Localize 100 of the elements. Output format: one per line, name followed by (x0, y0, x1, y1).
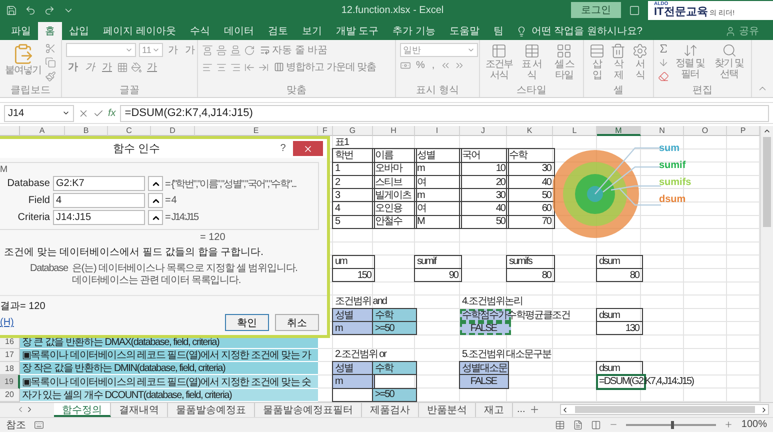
percent-button[interactable]: % (414, 60, 427, 71)
sheet-tab[interactable]: 함수정의 (54, 402, 111, 417)
currency-icon[interactable] (400, 60, 411, 71)
underline-button[interactable]: 가 (100, 60, 114, 74)
column-header[interactable]: F (318, 126, 333, 136)
column-header[interactable]: B (65, 126, 108, 136)
ribbon-tab[interactable]: 페이지 레이아웃 (96, 22, 183, 40)
page-layout-icon[interactable] (573, 420, 584, 430)
align-bottom-icon[interactable] (230, 44, 241, 56)
row-header[interactable]: 20 (0, 388, 20, 402)
redo-icon[interactable] (44, 4, 55, 16)
column-header[interactable]: E (195, 126, 318, 136)
ribbon-tab[interactable]: 삽입 (62, 22, 96, 40)
rotate-icon[interactable] (244, 44, 255, 56)
share-button[interactable]: 공유 (739, 24, 759, 38)
argument-field[interactable]: J14:J15 (53, 210, 145, 225)
align-top-icon[interactable] (202, 44, 213, 56)
slider-thumb[interactable] (671, 420, 674, 429)
column-header[interactable]: C (108, 126, 151, 136)
range-select-button[interactable] (148, 176, 163, 191)
align-right-icon[interactable] (230, 62, 241, 72)
style-button[interactable]: 표 서식 (516, 43, 546, 85)
decimal-increase-icon[interactable] (440, 60, 451, 71)
scroll-thumb[interactable] (763, 137, 771, 227)
row-header[interactable]: 19 (0, 375, 20, 389)
ribbon-tab[interactable]: 수식 (182, 22, 217, 40)
font-shrink-button[interactable]: 가 (183, 43, 197, 57)
ribbon-tab[interactable]: 데이터 (216, 22, 261, 40)
wrap-text-button[interactable]: 자동 줄 바꿈 (258, 43, 330, 57)
horizontal-scrollbar[interactable] (560, 404, 769, 416)
ribbon-tab[interactable]: 홈 (38, 22, 62, 40)
person-icon[interactable] (725, 26, 736, 36)
cell-button[interactable]: 서식 (630, 43, 649, 85)
ribbon-display-icon[interactable] (629, 4, 640, 16)
page-break-icon[interactable] (591, 420, 602, 430)
font-name-field[interactable] (66, 43, 136, 57)
scroll-right-icon[interactable] (25, 405, 34, 414)
ribbon-tab[interactable]: 보기 (294, 22, 329, 40)
dialog-button[interactable]: 취소 (275, 314, 319, 332)
column-header[interactable]: D (151, 126, 195, 136)
login-button[interactable]: 로그인 (571, 2, 621, 18)
row-header[interactable]: 17 (0, 348, 20, 362)
format-painter-icon[interactable] (45, 71, 56, 82)
column-header[interactable]: O (684, 126, 727, 136)
select-all-corner[interactable] (0, 126, 20, 136)
cut-icon[interactable] (45, 43, 56, 54)
row-header[interactable]: 18 (0, 362, 20, 376)
copy-icon[interactable] (45, 57, 56, 68)
align-center-icon[interactable] (216, 62, 227, 72)
paste-button[interactable]: 붙여넣기 (4, 43, 42, 85)
lightbulb-icon[interactable] (516, 26, 528, 36)
range-select-button[interactable] (148, 210, 163, 225)
editing-button[interactable]: 정렬 및 필터 (672, 43, 708, 85)
eraser-icon[interactable] (658, 71, 669, 82)
style-button[interactable]: 조건부 서식 (484, 43, 514, 85)
fill-down-icon[interactable] (658, 57, 669, 68)
font-grow-button[interactable]: 가 (166, 43, 180, 57)
scroll-right-icon[interactable] (760, 406, 768, 414)
cell-button[interactable]: 삭제 (609, 43, 628, 85)
tell-me-search[interactable]: 어떤 작업을 원하시나요? (531, 24, 642, 38)
font-color-button[interactable]: 가 (145, 60, 159, 74)
macro-record-icon[interactable] (34, 420, 44, 430)
border-icon[interactable] (117, 62, 128, 72)
close-button[interactable] (293, 141, 323, 156)
comma-button[interactable]: , (430, 60, 437, 71)
name-box[interactable]: J14 (4, 104, 74, 122)
save-icon[interactable] (6, 4, 17, 16)
cancel-icon[interactable] (78, 108, 89, 118)
font-size-field[interactable]: 11 (139, 43, 163, 57)
ribbon-tab[interactable]: 추가 기능 (386, 22, 442, 40)
vertical-scrollbar[interactable] (760, 126, 773, 402)
zoom-slider[interactable] (626, 424, 716, 426)
enter-icon[interactable] (93, 108, 104, 118)
argument-field[interactable]: G2:K7 (53, 176, 145, 191)
align-left-icon[interactable] (202, 62, 213, 72)
column-header[interactable]: H (373, 126, 415, 136)
add-sheet-icon[interactable] (529, 404, 540, 416)
insert-function-button[interactable]: fx (108, 108, 116, 118)
number-format-field[interactable]: 일반 (400, 43, 478, 57)
italic-button[interactable]: 가 (83, 60, 97, 74)
ribbon-tab[interactable]: 팀 (486, 22, 510, 40)
ribbon-tab[interactable]: 파일 (4, 22, 38, 40)
column-header[interactable]: A (20, 126, 65, 136)
scroll-thumb[interactable] (574, 406, 755, 414)
range-select-button[interactable] (148, 193, 163, 208)
normal-view-icon[interactable] (555, 420, 566, 430)
ribbon-tab[interactable]: 검토 (260, 22, 295, 40)
editing-button[interactable]: 찾기 및 선택 (711, 43, 747, 85)
column-header[interactable]: N (641, 126, 684, 136)
align-middle-icon[interactable] (216, 44, 227, 56)
bold-button[interactable]: 가 (66, 60, 80, 74)
ribbon-tab[interactable]: 도움말 (442, 22, 486, 40)
dialog-button[interactable]: 확인 (225, 314, 269, 332)
help-button[interactable]: ? (273, 142, 293, 155)
ribbon-tab[interactable]: 개발 도구 (328, 22, 386, 40)
column-header[interactable]: I (415, 126, 460, 136)
indent-decrease-icon[interactable] (244, 62, 255, 72)
formula-field[interactable]: =DSUM(G2:K7,4,J14:J15) (120, 104, 769, 122)
cell-button[interactable]: 삽입 (588, 43, 606, 85)
column-header[interactable]: G (333, 126, 373, 136)
